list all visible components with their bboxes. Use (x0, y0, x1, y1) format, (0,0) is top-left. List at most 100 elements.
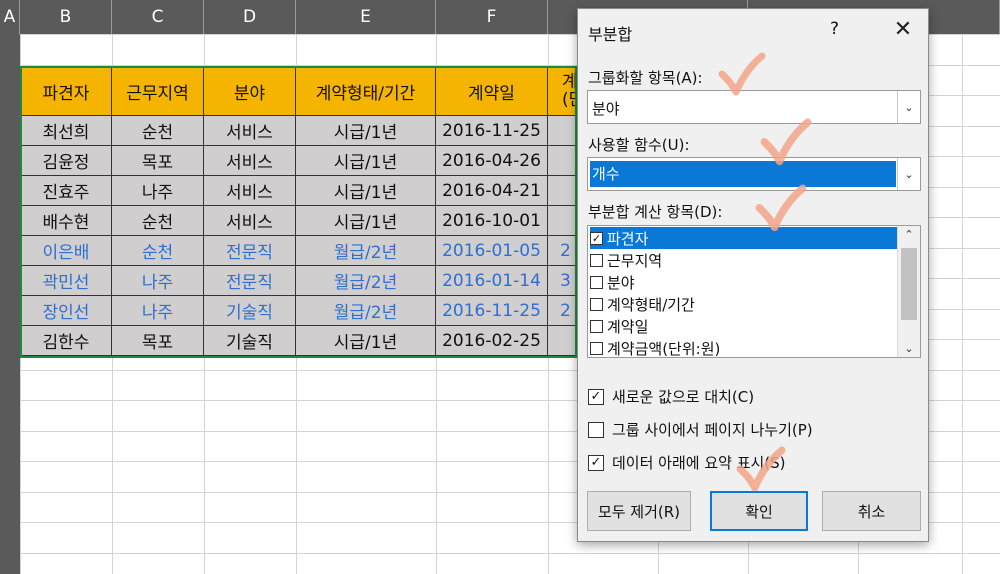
calc-item[interactable]: 계약일 (590, 315, 898, 337)
table-cell[interactable]: 월급/2년 (296, 296, 436, 326)
table-cell[interactable]: 시급/1년 (296, 326, 436, 356)
table-cell[interactable]: 목포 (112, 146, 204, 176)
function-select[interactable]: 개수 ⌄ (587, 157, 921, 191)
table-cell[interactable]: 나주 (112, 266, 204, 296)
option-checkbox-row[interactable]: ✓ 데이터 아래에 요약 표시(S) (588, 452, 786, 473)
chevron-down-icon[interactable]: ⌄ (897, 91, 920, 123)
table-cell[interactable] (548, 146, 577, 176)
chevron-down-icon[interactable]: ⌄ (898, 342, 920, 355)
chevron-up-icon[interactable]: ⌃ (898, 228, 920, 241)
table-cell[interactable]: 2016-04-21 (436, 176, 548, 206)
table-cell[interactable]: 진효주 (20, 176, 112, 206)
help-button[interactable]: ? (830, 19, 839, 39)
table-cell[interactable]: 순천 (112, 116, 204, 146)
close-icon[interactable]: ✕ (888, 15, 918, 43)
table-cell[interactable] (548, 116, 577, 146)
table-header-cell[interactable]: 파견자 (20, 66, 112, 116)
table-cell[interactable]: 시급/1년 (296, 176, 436, 206)
option-label: 데이터 아래에 요약 표시(S) (612, 454, 786, 472)
table-cell[interactable] (548, 326, 577, 356)
checkbox[interactable] (590, 341, 603, 355)
table-cell[interactable]: 전문직 (204, 266, 296, 296)
table-cell[interactable]: 이은배 (20, 236, 112, 266)
table-header-cell[interactable]: 분야 (204, 66, 296, 116)
column-header-f[interactable]: F (436, 0, 548, 34)
table-header-cell[interactable]: 계 (단 (548, 66, 577, 116)
table-header-cell[interactable]: 계약일 (436, 66, 548, 116)
grid-line (20, 553, 1000, 554)
calc-item[interactable]: 근무지역 (590, 249, 898, 271)
table-cell[interactable]: 서비스 (204, 176, 296, 206)
table-cell[interactable]: 2016-02-25 (436, 326, 548, 356)
scroll-thumb[interactable] (901, 248, 917, 320)
table-cell[interactable]: 2016-11-25 (436, 116, 548, 146)
calc-item-label: 파견자 (607, 229, 649, 248)
table-cell[interactable]: 최선희 (20, 116, 112, 146)
checkbox[interactable]: ✓ (588, 388, 604, 405)
table-cell[interactable]: 2016-10-01 (436, 206, 548, 236)
table-cell[interactable]: 2016-01-05 (436, 236, 548, 266)
table-cell[interactable]: 목포 (112, 326, 204, 356)
table-cell[interactable]: 2 (548, 236, 577, 266)
table-cell[interactable]: 기술직 (204, 296, 296, 326)
calc-items-listbox[interactable]: ✓ 파견자 근무지역 분야계약형태/기간 계약일 계약금액(단위:원) ⌃ ⌄ (587, 225, 921, 358)
group-by-label: 그룹화할 항목(A): (588, 69, 703, 87)
listbox-scrollbar[interactable]: ⌃ ⌄ (897, 226, 920, 357)
table-cell[interactable]: 서비스 (204, 146, 296, 176)
table-cell[interactable]: 2 (548, 296, 577, 326)
cancel-button[interactable]: 취소 (822, 491, 921, 531)
subtotal-dialog: 부분합 ? ✕ 그룹화할 항목(A): 분야 ⌄ 사용할 함수(U): 개수 ⌄… (577, 8, 929, 542)
calc-item[interactable]: 계약금액(단위:원) (590, 337, 898, 359)
table-cell[interactable]: 기술직 (204, 326, 296, 356)
checkbox[interactable]: ✓ (588, 454, 604, 471)
table-cell[interactable]: 2016-11-25 (436, 296, 548, 326)
chevron-down-icon[interactable]: ⌄ (897, 158, 920, 190)
checkbox[interactable] (590, 319, 603, 333)
table-cell[interactable]: 3 (548, 266, 577, 296)
column-header-c[interactable]: C (112, 0, 204, 34)
option-checkbox-row[interactable]: ✓ 새로운 값으로 대치(C) (588, 386, 754, 407)
table-cell[interactable]: 곽민선 (20, 266, 112, 296)
column-header-d[interactable]: D (204, 0, 296, 34)
row-header-strip[interactable] (0, 34, 20, 574)
table-cell[interactable]: 나주 (112, 176, 204, 206)
table-cell[interactable]: 시급/1년 (296, 206, 436, 236)
table-cell[interactable]: 시급/1년 (296, 116, 436, 146)
table-cell[interactable]: 김한수 (20, 326, 112, 356)
group-by-select[interactable]: 분야 ⌄ (587, 90, 921, 124)
column-header-a[interactable]: A (0, 0, 20, 34)
calc-item[interactable]: ✓ 파견자 (590, 227, 898, 249)
table-cell[interactable]: 서비스 (204, 116, 296, 146)
checkbox[interactable] (590, 253, 603, 267)
column-header-e[interactable]: E (296, 0, 436, 34)
ok-button[interactable]: 확인 (710, 491, 808, 531)
checkbox[interactable]: ✓ (590, 231, 603, 245)
table-cell[interactable]: 서비스 (204, 206, 296, 236)
option-checkbox-row[interactable]: 그룹 사이에서 페이지 나누기(P) (588, 419, 813, 440)
table-cell[interactable]: 김윤정 (20, 146, 112, 176)
option-label: 새로운 값으로 대치(C) (612, 388, 755, 406)
table-cell[interactable]: 2016-04-26 (436, 146, 548, 176)
calc-item-label: 계약형태/기간 (607, 295, 695, 314)
calc-item[interactable]: 분야 (590, 271, 898, 293)
table-cell[interactable] (548, 206, 577, 236)
table-cell[interactable]: 2016-01-14 (436, 266, 548, 296)
column-header-b[interactable]: B (20, 0, 112, 34)
checkbox[interactable] (588, 421, 604, 438)
table-cell[interactable]: 순천 (112, 206, 204, 236)
table-header-cell[interactable]: 계약형태/기간 (296, 66, 436, 116)
table-cell[interactable]: 시급/1년 (296, 146, 436, 176)
calc-item[interactable]: 계약형태/기간 (590, 293, 898, 315)
table-cell[interactable] (548, 176, 577, 206)
table-cell[interactable]: 장인선 (20, 296, 112, 326)
checkbox[interactable] (590, 275, 603, 289)
table-cell[interactable]: 월급/2년 (296, 236, 436, 266)
checkbox[interactable] (590, 297, 603, 311)
table-cell[interactable]: 순천 (112, 236, 204, 266)
table-header-cell[interactable]: 근무지역 (112, 66, 204, 116)
table-cell[interactable]: 배수현 (20, 206, 112, 236)
table-cell[interactable]: 나주 (112, 296, 204, 326)
table-cell[interactable]: 전문직 (204, 236, 296, 266)
table-cell[interactable]: 월급/2년 (296, 266, 436, 296)
remove-all-button[interactable]: 모두 제거(R) (587, 491, 691, 531)
